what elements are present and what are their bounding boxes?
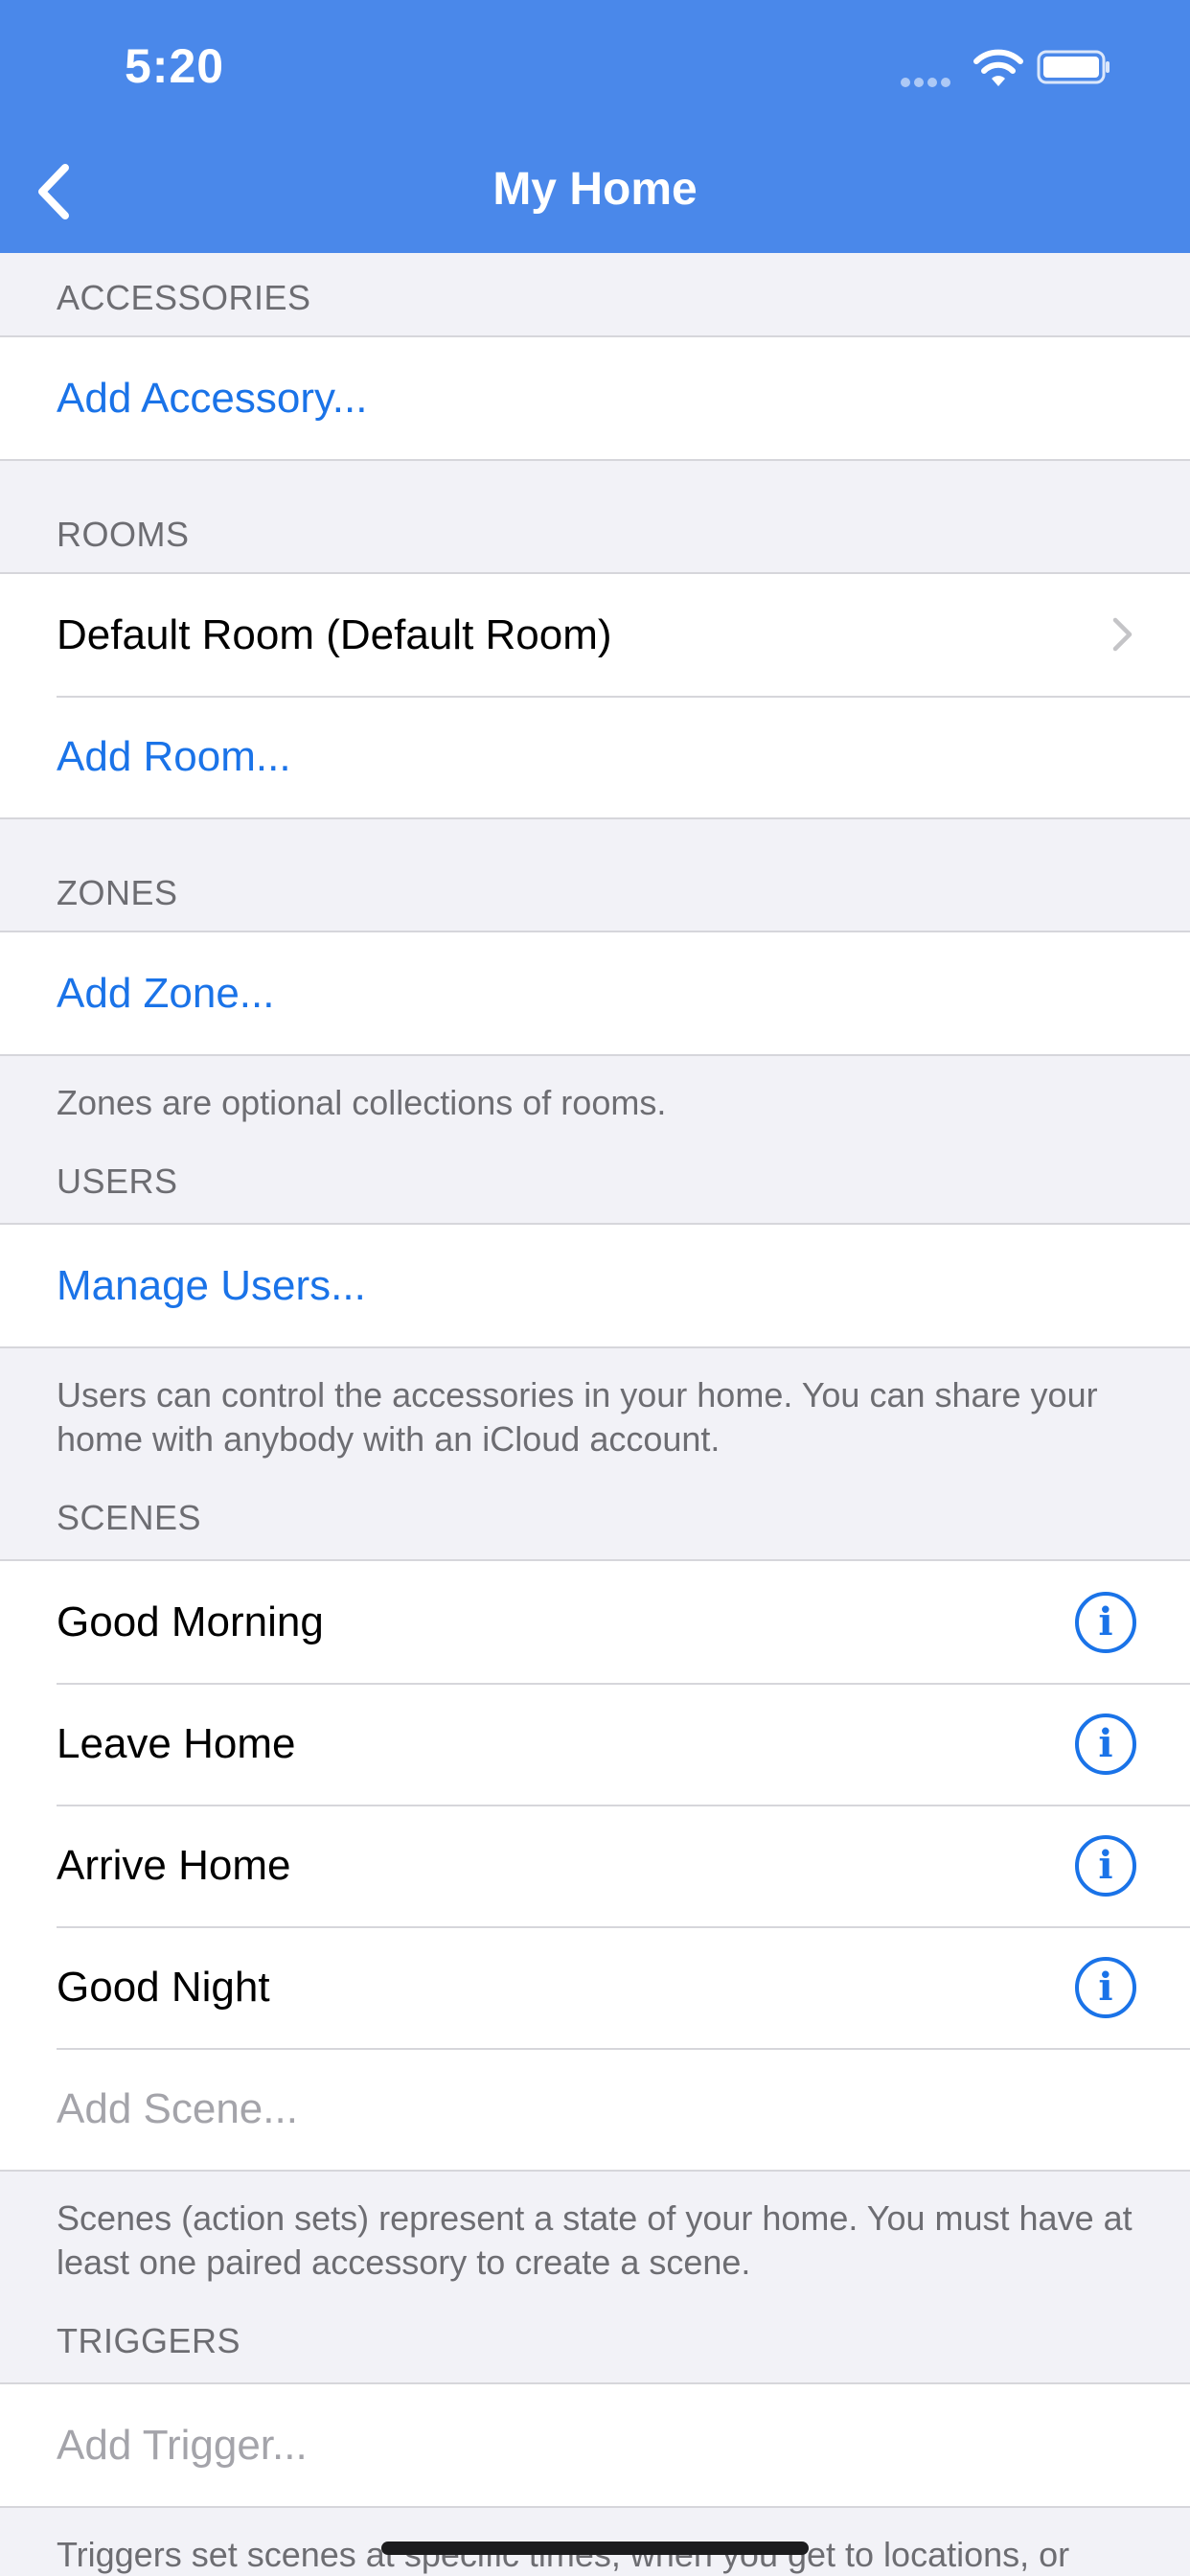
cellular-signal-icon xyxy=(901,75,958,87)
page-title: My Home xyxy=(492,164,698,215)
chevron-right-icon xyxy=(1112,617,1133,652)
scenes-group: Good Morning i Leave Home i Arrive Home … xyxy=(0,1559,1190,2172)
info-icon[interactable]: i xyxy=(1075,1835,1136,1897)
battery-icon xyxy=(1037,50,1110,84)
scene-row-arrive-home[interactable]: Arrive Home i xyxy=(0,1805,1190,1926)
scenes-footer: Scenes (action sets) represent a state o… xyxy=(57,2198,1133,2282)
triggers-group: Add Trigger... xyxy=(0,2382,1190,2508)
add-accessory-button[interactable]: Add Accessory... xyxy=(0,337,1190,459)
info-icon[interactable]: i xyxy=(1075,1592,1136,1653)
scene-row-leave-home[interactable]: Leave Home i xyxy=(0,1683,1190,1805)
scene-label: Leave Home xyxy=(57,1719,296,1767)
users-group: Manage Users... xyxy=(0,1223,1190,1348)
info-icon[interactable]: i xyxy=(1075,1957,1136,2018)
manage-users-button[interactable]: Manage Users... xyxy=(0,1225,1190,1346)
users-footer: Users can control the accessories in you… xyxy=(57,1375,1098,1459)
screen: 5:20 My Home ACCESSORIES Add Accessory..… xyxy=(0,0,1190,2576)
settings-list: ACCESSORIES Add Accessory... ROOMS Defau… xyxy=(0,253,1190,2576)
section-header-triggers: TRIGGERS xyxy=(57,2321,241,2360)
rooms-group: Default Room (Default Room) Add Room... xyxy=(0,572,1190,819)
info-icon[interactable]: i xyxy=(1075,1714,1136,1775)
home-indicator[interactable] xyxy=(381,2542,809,2555)
zones-footer: Zones are optional collections of rooms. xyxy=(57,1083,667,1122)
scene-row-good-night[interactable]: Good Night i xyxy=(0,1926,1190,2048)
section-header-users: USERS xyxy=(57,1162,178,1201)
scene-label: Good Morning xyxy=(57,1598,324,1645)
room-label: Default Room (Default Room) xyxy=(57,610,612,658)
room-row-default-room[interactable]: Default Room (Default Room) xyxy=(0,574,1190,696)
scene-row-good-morning[interactable]: Good Morning i xyxy=(0,1561,1190,1683)
status-time: 5:20 xyxy=(125,39,225,93)
scene-label: Good Night xyxy=(57,1963,270,2011)
zones-group: Add Zone... xyxy=(0,931,1190,1056)
accessories-group: Add Accessory... xyxy=(0,335,1190,461)
section-header-accessories: ACCESSORIES xyxy=(57,278,311,317)
section-header-rooms: ROOMS xyxy=(57,515,190,554)
section-header-zones: ZONES xyxy=(57,873,178,912)
add-scene-button[interactable]: Add Scene... xyxy=(0,2048,1190,2170)
section-header-scenes: SCENES xyxy=(57,1498,202,1537)
navigation-bar: 5:20 My Home xyxy=(0,0,1190,253)
add-room-button[interactable]: Add Room... xyxy=(0,696,1190,817)
scene-label: Arrive Home xyxy=(57,1841,291,1889)
add-trigger-button[interactable]: Add Trigger... xyxy=(0,2384,1190,2506)
add-zone-button[interactable]: Add Zone... xyxy=(0,932,1190,1054)
wifi-icon xyxy=(973,49,1023,86)
